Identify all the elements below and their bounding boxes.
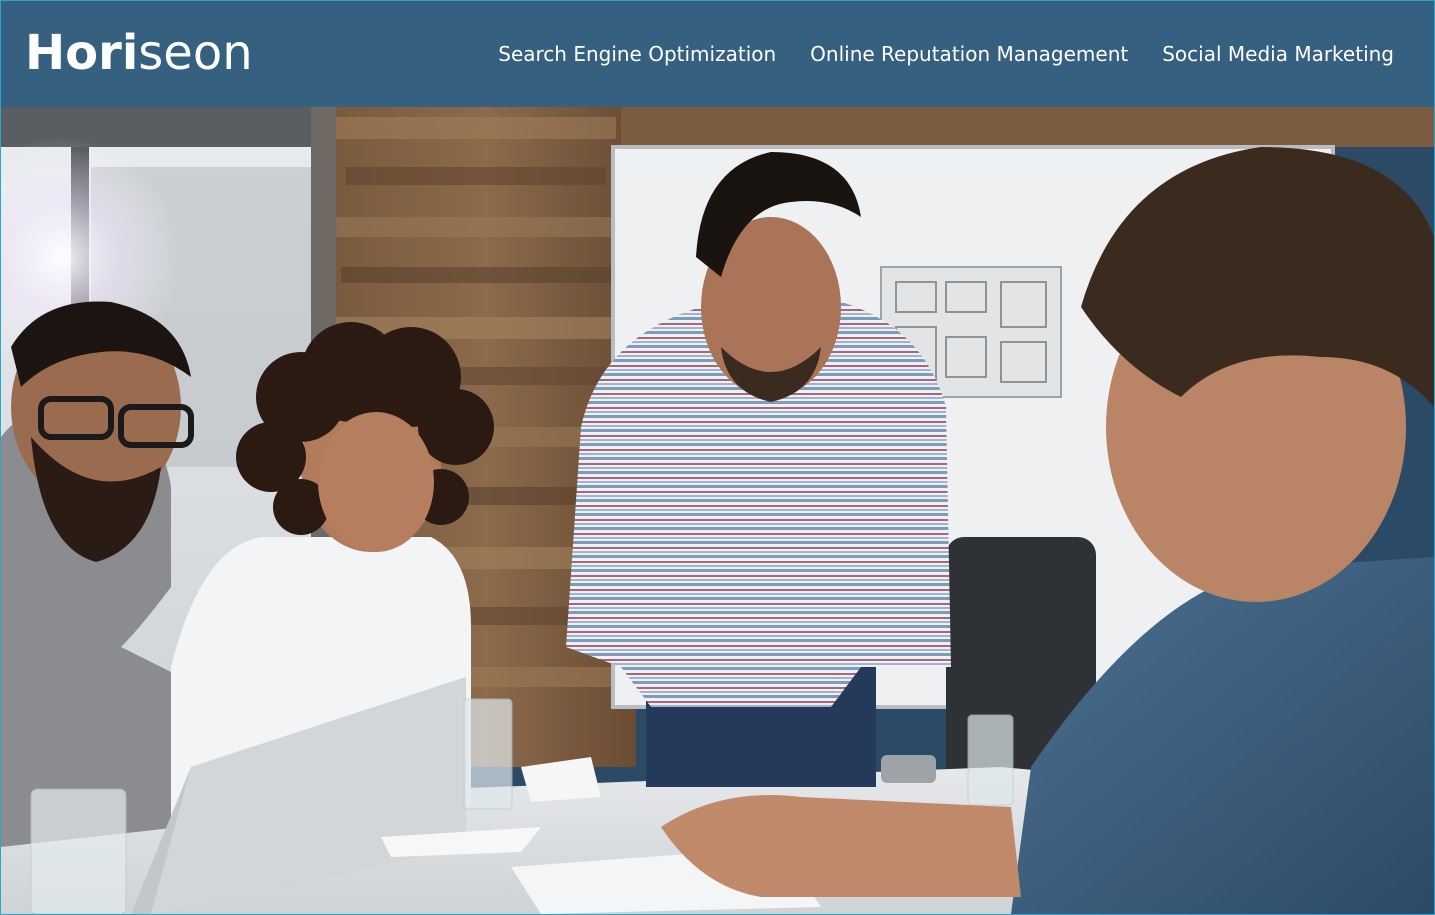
logo-text-bold: Hori xyxy=(25,25,139,81)
site-header: Horiseon Search Engine Optimization Onli… xyxy=(1,1,1434,107)
nav-link-seo[interactable]: Search Engine Optimization xyxy=(498,42,776,66)
site-logo[interactable]: Horiseon xyxy=(25,29,253,77)
page-frame: Horiseon Search Engine Optimization Onli… xyxy=(0,0,1435,915)
hero-image xyxy=(1,107,1434,914)
hero-photo-illustration xyxy=(1,107,1434,914)
logo-text-light: seon xyxy=(138,25,253,81)
nav-link-reputation[interactable]: Online Reputation Management xyxy=(810,42,1128,66)
nav-link-social-media[interactable]: Social Media Marketing xyxy=(1162,42,1394,66)
main-nav: Search Engine Optimization Online Reputa… xyxy=(498,42,1394,66)
